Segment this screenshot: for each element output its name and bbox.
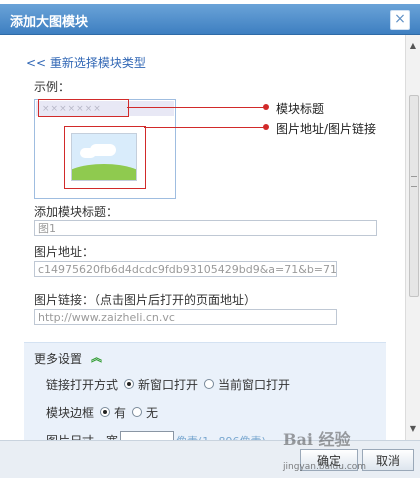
radio-current-window[interactable] (204, 379, 214, 389)
radio-border-yes[interactable] (100, 407, 110, 417)
image-highlight-box (64, 126, 146, 189)
watermark-text: jingyan.baidu.com (283, 462, 367, 472)
radio-new-window[interactable] (124, 379, 134, 389)
back-to-module-type-link[interactable]: << 重新选择模块类型 (26, 54, 146, 71)
example-label: 示例： (34, 80, 71, 94)
dialog-footer: 确定 取消 (0, 440, 420, 478)
link-open-label: 链接打开方式 (46, 378, 119, 392)
annotation-image-url: 图片地址/图片链接 (276, 122, 377, 136)
watermark-logo: Bai 经验 (283, 430, 351, 449)
scroll-thumb[interactable] (409, 95, 419, 297)
image-url-label: 图片地址： (34, 245, 95, 259)
radio-border-no[interactable] (132, 407, 142, 417)
border-label: 模块边框 (46, 406, 95, 420)
double-chevron-up-icon[interactable]: ︽ (91, 349, 102, 365)
dialog-content: << 重新选择模块类型 示例： ××××××× 模块标题 图片地址/图片链接 添… (0, 35, 405, 448)
image-url-input[interactable]: c14975620fb6d4dcdc9fdb93105429bd9&a=71&b… (34, 261, 337, 277)
annotation-line-title (127, 107, 266, 108)
image-link-input[interactable]: http://www.zaizheli.cn.vc (34, 309, 337, 325)
module-title-input[interactable]: 图1 (34, 220, 377, 236)
image-link-label: 图片链接：（点击图片后打开的页面地址） (34, 293, 257, 307)
more-settings-title[interactable]: 更多设置 (34, 350, 82, 367)
close-icon[interactable]: × (390, 10, 410, 30)
option-border-yes[interactable]: 有 (114, 404, 126, 421)
vertical-scrollbar[interactable]: ▲ ▼ (405, 35, 420, 440)
annotation-line-image (144, 127, 266, 128)
annotation-module-title: 模块标题 (276, 102, 325, 116)
option-border-no[interactable]: 无 (146, 404, 158, 421)
dialog-title: 添加大图模块 (10, 15, 89, 30)
scroll-down-arrow-icon[interactable]: ▼ (408, 424, 418, 434)
scroll-up-arrow-icon[interactable]: ▲ (408, 41, 418, 51)
module-title-label: 添加模块标题： (34, 205, 119, 219)
dialog-titlebar[interactable]: 添加大图模块 × (0, 4, 420, 35)
title-highlight-box (38, 99, 129, 117)
cancel-button[interactable]: 取消 (362, 449, 414, 471)
option-new-window[interactable]: 新窗口打开 (138, 376, 198, 393)
annotation-dot-image (263, 124, 269, 130)
option-current-window[interactable]: 当前窗口打开 (218, 376, 290, 393)
scroll-grip-icon (411, 176, 417, 187)
annotation-dot-title (263, 104, 269, 110)
